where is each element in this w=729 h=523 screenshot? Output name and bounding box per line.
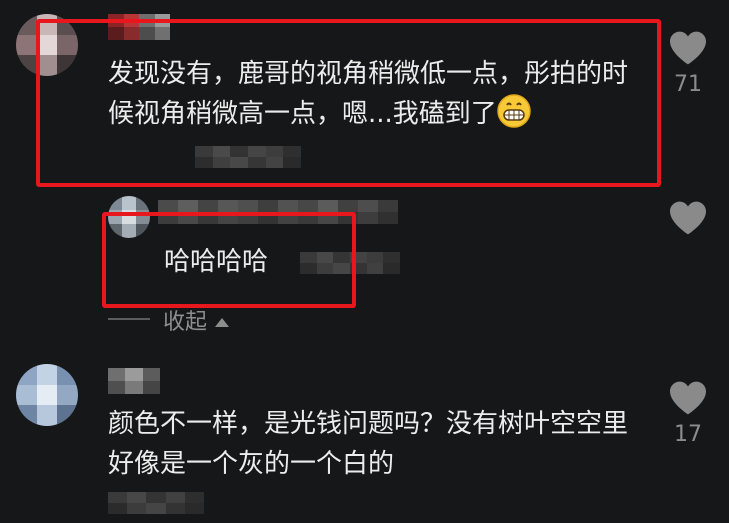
highlight-box-reply bbox=[102, 212, 356, 308]
collapse-label: 收起 bbox=[163, 310, 208, 335]
comment-timestamp-pixelated bbox=[108, 492, 204, 514]
commenter-avatar[interactable] bbox=[16, 364, 78, 426]
like-heart-icon[interactable] bbox=[668, 380, 708, 416]
collapse-divider bbox=[108, 318, 150, 320]
highlight-box-comment bbox=[36, 19, 661, 187]
like-heart-icon[interactable] bbox=[668, 30, 708, 66]
collapse-replies-button[interactable]: 收起 bbox=[163, 304, 230, 336]
commenter-name-pixelated[interactable] bbox=[108, 368, 160, 394]
caret-up-icon bbox=[215, 318, 230, 327]
like-count: 71 bbox=[674, 72, 702, 97]
reply-like-heart-icon[interactable] bbox=[668, 200, 708, 236]
comment-text: 颜色不一样，是光钱问题吗？没有树叶空空里好像是一个灰的一个白的 bbox=[108, 409, 629, 479]
like-count: 17 bbox=[674, 422, 702, 447]
